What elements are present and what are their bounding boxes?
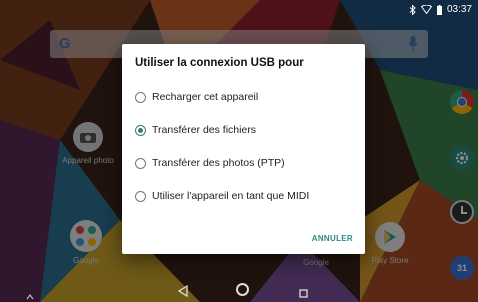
battery-icon [436, 4, 442, 15]
expand-up-icon[interactable] [26, 287, 34, 302]
radio-button[interactable] [135, 91, 146, 103]
option-label: Transférer des fichiers [152, 124, 257, 136]
status-bar: 03:37 [0, 0, 478, 20]
recents-icon[interactable] [299, 285, 308, 302]
wifi-icon [420, 5, 432, 14]
radio-button[interactable] [135, 157, 146, 169]
option-file-transfer[interactable]: Transférer des fichiers [135, 124, 256, 136]
home-icon[interactable] [235, 282, 250, 302]
option-midi[interactable]: Utiliser l'appareil en tant que MIDI [135, 190, 309, 202]
option-ptp[interactable]: Transférer des photos (PTP) [135, 157, 285, 169]
radio-button-selected[interactable] [135, 124, 146, 136]
usb-mode-dialog: Utiliser la connexion USB pour Recharger… [122, 44, 365, 254]
back-icon[interactable] [177, 284, 188, 302]
option-label: Transférer des photos (PTP) [152, 157, 285, 169]
android-screen: G Appareil photo Google Google Play Stor… [0, 0, 478, 302]
option-label: Utiliser l'appareil en tant que MIDI [152, 190, 310, 202]
option-label: Recharger cet appareil [152, 91, 259, 103]
status-time: 03:37 [446, 4, 472, 15]
cancel-button[interactable]: ANNULER [312, 234, 353, 243]
navigation-bar [0, 280, 478, 302]
radio-button[interactable] [135, 190, 146, 202]
bluetooth-icon [409, 4, 416, 15]
dialog-title: Utiliser la connexion USB pour [135, 57, 304, 69]
option-charge[interactable]: Recharger cet appareil [135, 91, 258, 103]
